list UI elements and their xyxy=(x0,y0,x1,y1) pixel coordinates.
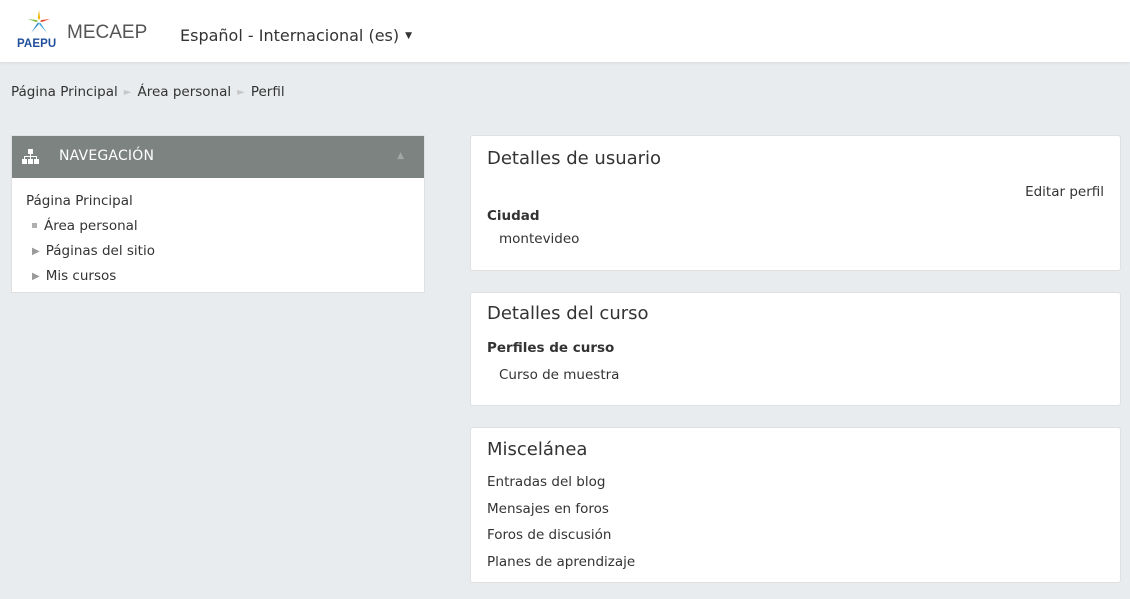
forum-discussions-link[interactable]: Foros de discusión xyxy=(487,526,635,553)
breadcrumb-separator-icon: ► xyxy=(123,87,132,98)
expand-arrow-icon: ▶ xyxy=(32,246,40,257)
city-label: Ciudad xyxy=(487,208,540,224)
learning-plans-link[interactable]: Planes de aprendizaje xyxy=(487,553,635,580)
nav-item-area-personal[interactable]: Área personal xyxy=(26,217,424,242)
forum-posts-link[interactable]: Mensajes en foros xyxy=(487,500,635,527)
breadcrumb-separator-icon: ► xyxy=(237,87,245,98)
misc-card: Miscelánea Entradas del blog Mensajes en… xyxy=(470,427,1121,583)
navigation-block: NAVEGACIÓN ▲ Página Principal Área perso… xyxy=(11,135,425,293)
language-selector[interactable]: Español - Internacional (es) ▼ xyxy=(180,26,412,45)
nav-item-my-courses[interactable]: ▶ Mis cursos xyxy=(26,267,424,292)
logo-wordmark: PAEPU xyxy=(17,38,57,50)
breadcrumb-current: Perfil xyxy=(250,84,285,100)
edit-profile-link[interactable]: Editar perfil xyxy=(1025,184,1104,200)
nav-item-label: Páginas del sitio xyxy=(45,243,155,259)
breadcrumb-home[interactable]: Página Principal xyxy=(11,84,118,100)
course-details-card: Detalles del curso Perfiles de curso Cur… xyxy=(470,292,1121,406)
course-details-title: Detalles del curso xyxy=(487,303,649,324)
navigation-title: NAVEGACIÓN xyxy=(59,148,155,164)
sitemap-icon xyxy=(22,149,39,164)
city-value: montevideo xyxy=(499,231,580,247)
collapse-icon[interactable]: ▲ xyxy=(397,151,404,161)
expand-arrow-icon: ▶ xyxy=(32,271,40,282)
nav-item-label: Mis cursos xyxy=(45,268,117,284)
breadcrumb: Página Principal ► Área personal ► Perfil xyxy=(11,84,285,100)
misc-links: Entradas del blog Mensajes en foros Foro… xyxy=(487,473,635,579)
star-logo-icon xyxy=(28,10,50,33)
bullet-icon xyxy=(32,223,37,228)
nav-item-site-pages[interactable]: ▶ Páginas del sitio xyxy=(26,242,424,267)
breadcrumb-area-personal[interactable]: Área personal xyxy=(137,84,231,100)
course-profiles-label: Perfiles de curso xyxy=(487,340,615,356)
user-details-title: Detalles de usuario xyxy=(487,148,662,169)
caret-down-icon: ▼ xyxy=(405,31,413,41)
nav-item-home[interactable]: Página Principal xyxy=(26,193,133,209)
navigation-tree: Página Principal Área personal ▶ Páginas … xyxy=(12,178,424,292)
language-label: Español - Internacional (es) xyxy=(180,26,400,45)
blog-entries-link[interactable]: Entradas del blog xyxy=(487,473,635,500)
misc-title: Miscelánea xyxy=(487,439,588,460)
top-navbar: PAEPU MECAEP Español - Internacional (es… xyxy=(0,0,1130,62)
site-name-link[interactable]: MECAEP xyxy=(67,22,147,44)
user-details-card: Detalles de usuario Editar perfil Ciudad… xyxy=(470,135,1121,271)
course-link[interactable]: Curso de muestra xyxy=(499,367,619,383)
site-logo[interactable]: PAEPU xyxy=(16,10,64,53)
navigation-header[interactable]: NAVEGACIÓN ▲ xyxy=(12,136,424,178)
nav-item-label: Área personal xyxy=(44,218,138,234)
